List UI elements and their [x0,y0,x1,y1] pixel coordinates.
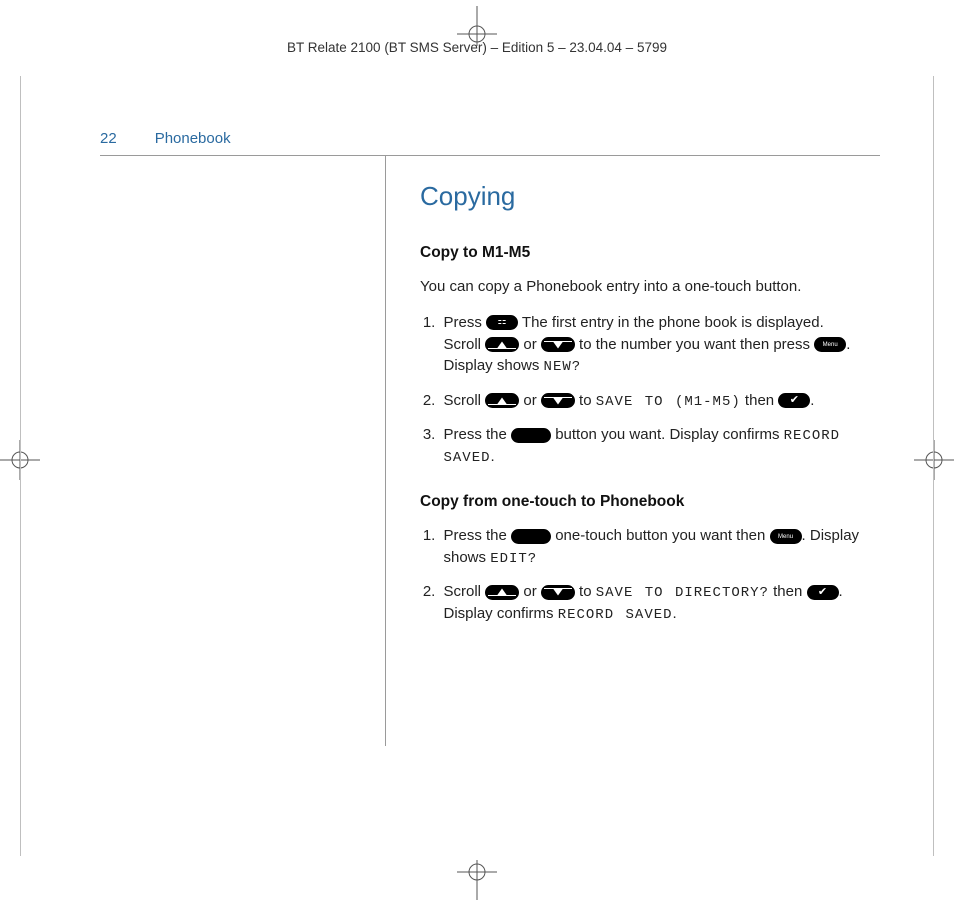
document-header: BT Relate 2100 (BT SMS Server) – Edition… [0,40,954,55]
ok-key-icon [778,393,810,408]
step-1: Press The first entry in the phone book … [440,312,861,378]
directory-key-icon [486,315,518,330]
registration-mark-right [914,440,954,480]
lcd-record-saved-2: RECORD SAVED [558,607,673,623]
scroll-up-key-icon [485,337,519,352]
registration-mark-bottom [457,860,497,900]
subhead-copy-from: Copy from one-touch to Phonebook [420,491,860,513]
page-body: 22 Phonebook Copying Copy to M1-M5 You c… [100,130,880,746]
lcd-edit: EDIT? [490,551,537,567]
step-2: Scroll or to SAVE TO (M1-M5) then . [440,390,861,412]
blank-key-icon [511,529,551,544]
scroll-up-key-icon [485,393,519,408]
lcd-save-to-m1m5: SAVE TO (M1-M5) [596,394,741,410]
scroll-down-key-icon [541,337,575,352]
lcd-save-to-directory: SAVE TO DIRECTORY? [596,585,769,601]
steps-copy-to: Press The first entry in the phone book … [420,312,860,469]
subhead-copy-to: Copy to M1-M5 [420,242,860,264]
menu-key-icon [814,337,846,352]
intro-paragraph: You can copy a Phonebook entry into a on… [420,276,860,298]
steps-copy-from: Press the one-touch button you want then… [420,525,860,626]
lcd-new: NEW? [544,359,582,375]
blank-key-icon [511,428,551,443]
step-3: Press the button you want. Display confi… [440,424,861,469]
menu-key-icon [770,529,802,544]
page-title: Copying [420,178,860,216]
scroll-down-key-icon [541,393,575,408]
scroll-up-key-icon [485,585,519,600]
ok-key-icon [807,585,839,600]
step-2b: Scroll or to SAVE TO DIRECTORY? then . D… [440,581,861,626]
scroll-down-key-icon [541,585,575,600]
section-name: Phonebook [155,130,231,147]
trim-line-left [20,76,21,856]
main-column: Copying Copy to M1-M5 You can copy a Pho… [386,156,880,746]
left-gutter [100,156,386,746]
page-number: 22 [100,130,117,147]
trim-line-right [933,76,934,856]
running-head: 22 Phonebook [100,130,880,147]
step-1b: Press the one-touch button you want then… [440,525,861,569]
